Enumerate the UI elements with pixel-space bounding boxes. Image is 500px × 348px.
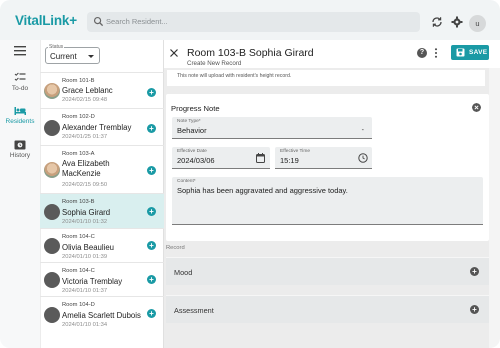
resident-date: 2024/02/15 09:50 [62,182,108,188]
rail-item-history[interactable]: History [0,140,40,159]
note-type-value: Behavior [177,126,207,135]
resident-name: Amelia Scarlett Dubois [62,311,141,320]
resident-row[interactable]: Room 101-B Grace Leblanc 2024/02/15 09:4… [40,72,164,108]
resident-name: Alexander Tremblay [62,123,132,132]
record-section-label: Record [166,245,185,251]
clock-icon[interactable] [358,153,368,163]
person-icon [44,272,60,288]
close-icon[interactable] [169,48,179,58]
sync-icon[interactable] [431,16,443,28]
add-record-icon[interactable]: + [147,207,156,216]
note-type-select[interactable]: Note Type* Behavior - [172,117,372,139]
resident-room: Room 101-B [62,78,95,84]
resident-name: Ava Elizabeth MacKenzie [62,159,110,178]
remove-icon[interactable] [472,103,481,112]
dropdown-icon: - [361,127,364,134]
resident-row[interactable]: Room 102-D Alexander Tremblay 2024/01/25… [40,108,164,145]
resident-room: Room 104-D [62,302,95,308]
app-window: VitalLink+ Search Resident... u To-do Re… [0,0,500,348]
scrollbar[interactable] [489,68,500,348]
upload-note: This note will upload with resident's he… [167,70,485,86]
more-vert-icon[interactable] [434,48,438,58]
rail-item-todo[interactable]: To-do [0,72,40,92]
page-subtitle: Create New Record [187,60,242,67]
search-placeholder: Search Resident... [106,17,168,26]
resident-date: 2024/02/15 09:48 [62,97,108,103]
person-icon [44,307,60,323]
upload-note-text: This note will upload with resident's he… [177,73,292,79]
resident-name: Victoria Tremblay [62,277,123,286]
search-icon [93,16,104,27]
person-icon [44,120,60,136]
effective-date-label: Effective Date [177,149,207,154]
effective-date-field[interactable]: Effective Date 2024/03/06 [172,147,270,169]
expand-icon[interactable]: + [470,267,479,276]
rail-label-residents: Residents [5,118,35,125]
resident-date: 2024/01/25 01:37 [62,134,108,140]
resident-row-selected[interactable]: Room 103-B Sophia Girard 2024/01/10 01:3… [40,193,164,228]
mood-accordion[interactable]: Mood + [166,257,489,285]
resident-name: Sophia Girard [62,208,111,217]
gear-icon[interactable] [451,16,463,28]
resident-date: 2024/01/10 01:32 [62,219,108,225]
effective-time-label: Effective Time [280,149,311,154]
page-title: Room 103-B Sophia Girard [187,47,314,59]
top-bar: VitalLink+ Search Resident... u [0,0,500,40]
add-record-icon[interactable]: + [147,309,156,318]
expand-icon[interactable]: + [470,305,479,314]
bed-icon [14,107,26,115]
content-label: Content* [177,179,196,184]
rail-item-residents[interactable]: Residents [0,106,40,125]
status-value: Current [50,52,77,61]
resident-name: Grace Leblanc [62,86,113,95]
effective-time-value: 15:19 [280,156,299,165]
resident-row[interactable]: Room 104-C Olivia Beaulieu 2024/01/10 01… [40,228,164,262]
effective-time-field[interactable]: Effective Time 15:19 [275,147,372,169]
search-input[interactable]: Search Resident... [87,12,420,32]
content-field[interactable]: Content* Sophia has been aggravated and … [172,177,483,225]
rail-label-todo: To-do [11,85,29,92]
calendar-icon[interactable] [256,153,265,163]
resident-date: 2024/01/10 01:37 [62,288,108,294]
save-label: SAVE [469,49,488,56]
resident-row[interactable]: Room 103-A Ava Elizabeth MacKenzie 2024/… [40,145,164,193]
add-record-icon[interactable]: + [147,166,156,175]
assessment-accordion[interactable]: Assessment + [166,295,489,323]
add-record-icon[interactable]: + [147,124,156,133]
history-icon [14,140,26,150]
assessment-label: Assessment [174,306,214,315]
resident-room: Room 102-D [62,114,95,120]
mood-label: Mood [174,268,193,277]
save-icon [456,48,465,57]
resident-room: Room 103-B [62,199,95,205]
add-record-icon[interactable]: + [147,275,156,284]
resident-room: Room 103-A [62,151,95,157]
person-icon [44,238,60,254]
resident-date: 2024/01/10 01:34 [62,322,108,328]
resident-row[interactable]: Room 104-C Victoria Tremblay 2024/01/10 … [40,262,164,296]
checklist-icon [14,72,26,81]
resident-photo [44,83,60,99]
rail-label-history: History [9,152,31,159]
resident-date: 2024/01/10 01:39 [62,254,108,260]
caret-down-icon [88,55,94,58]
resident-photo [44,162,60,178]
menu-icon[interactable] [14,46,26,56]
content-value: Sophia has been aggravated and aggressiv… [177,186,348,195]
progress-note-title: Progress Note [171,104,220,113]
note-type-label: Note Type* [177,119,201,124]
resident-room: Room 104-C [62,234,95,240]
resident-row[interactable]: Room 104-D Amelia Scarlett Dubois 2024/0… [40,296,164,332]
status-label: Status [48,44,65,50]
add-record-icon[interactable]: + [147,88,156,97]
person-icon [44,204,60,220]
help-icon[interactable]: ? [417,48,427,58]
resident-room: Room 104-C [62,268,95,274]
resident-name: Olivia Beaulieu [62,243,115,252]
app-logo[interactable]: VitalLink+ [15,13,77,28]
user-avatar[interactable]: u [469,15,486,32]
add-record-icon[interactable]: + [147,241,156,250]
effective-date-value: 2024/03/06 [177,156,215,165]
save-button[interactable]: SAVE [451,45,489,60]
